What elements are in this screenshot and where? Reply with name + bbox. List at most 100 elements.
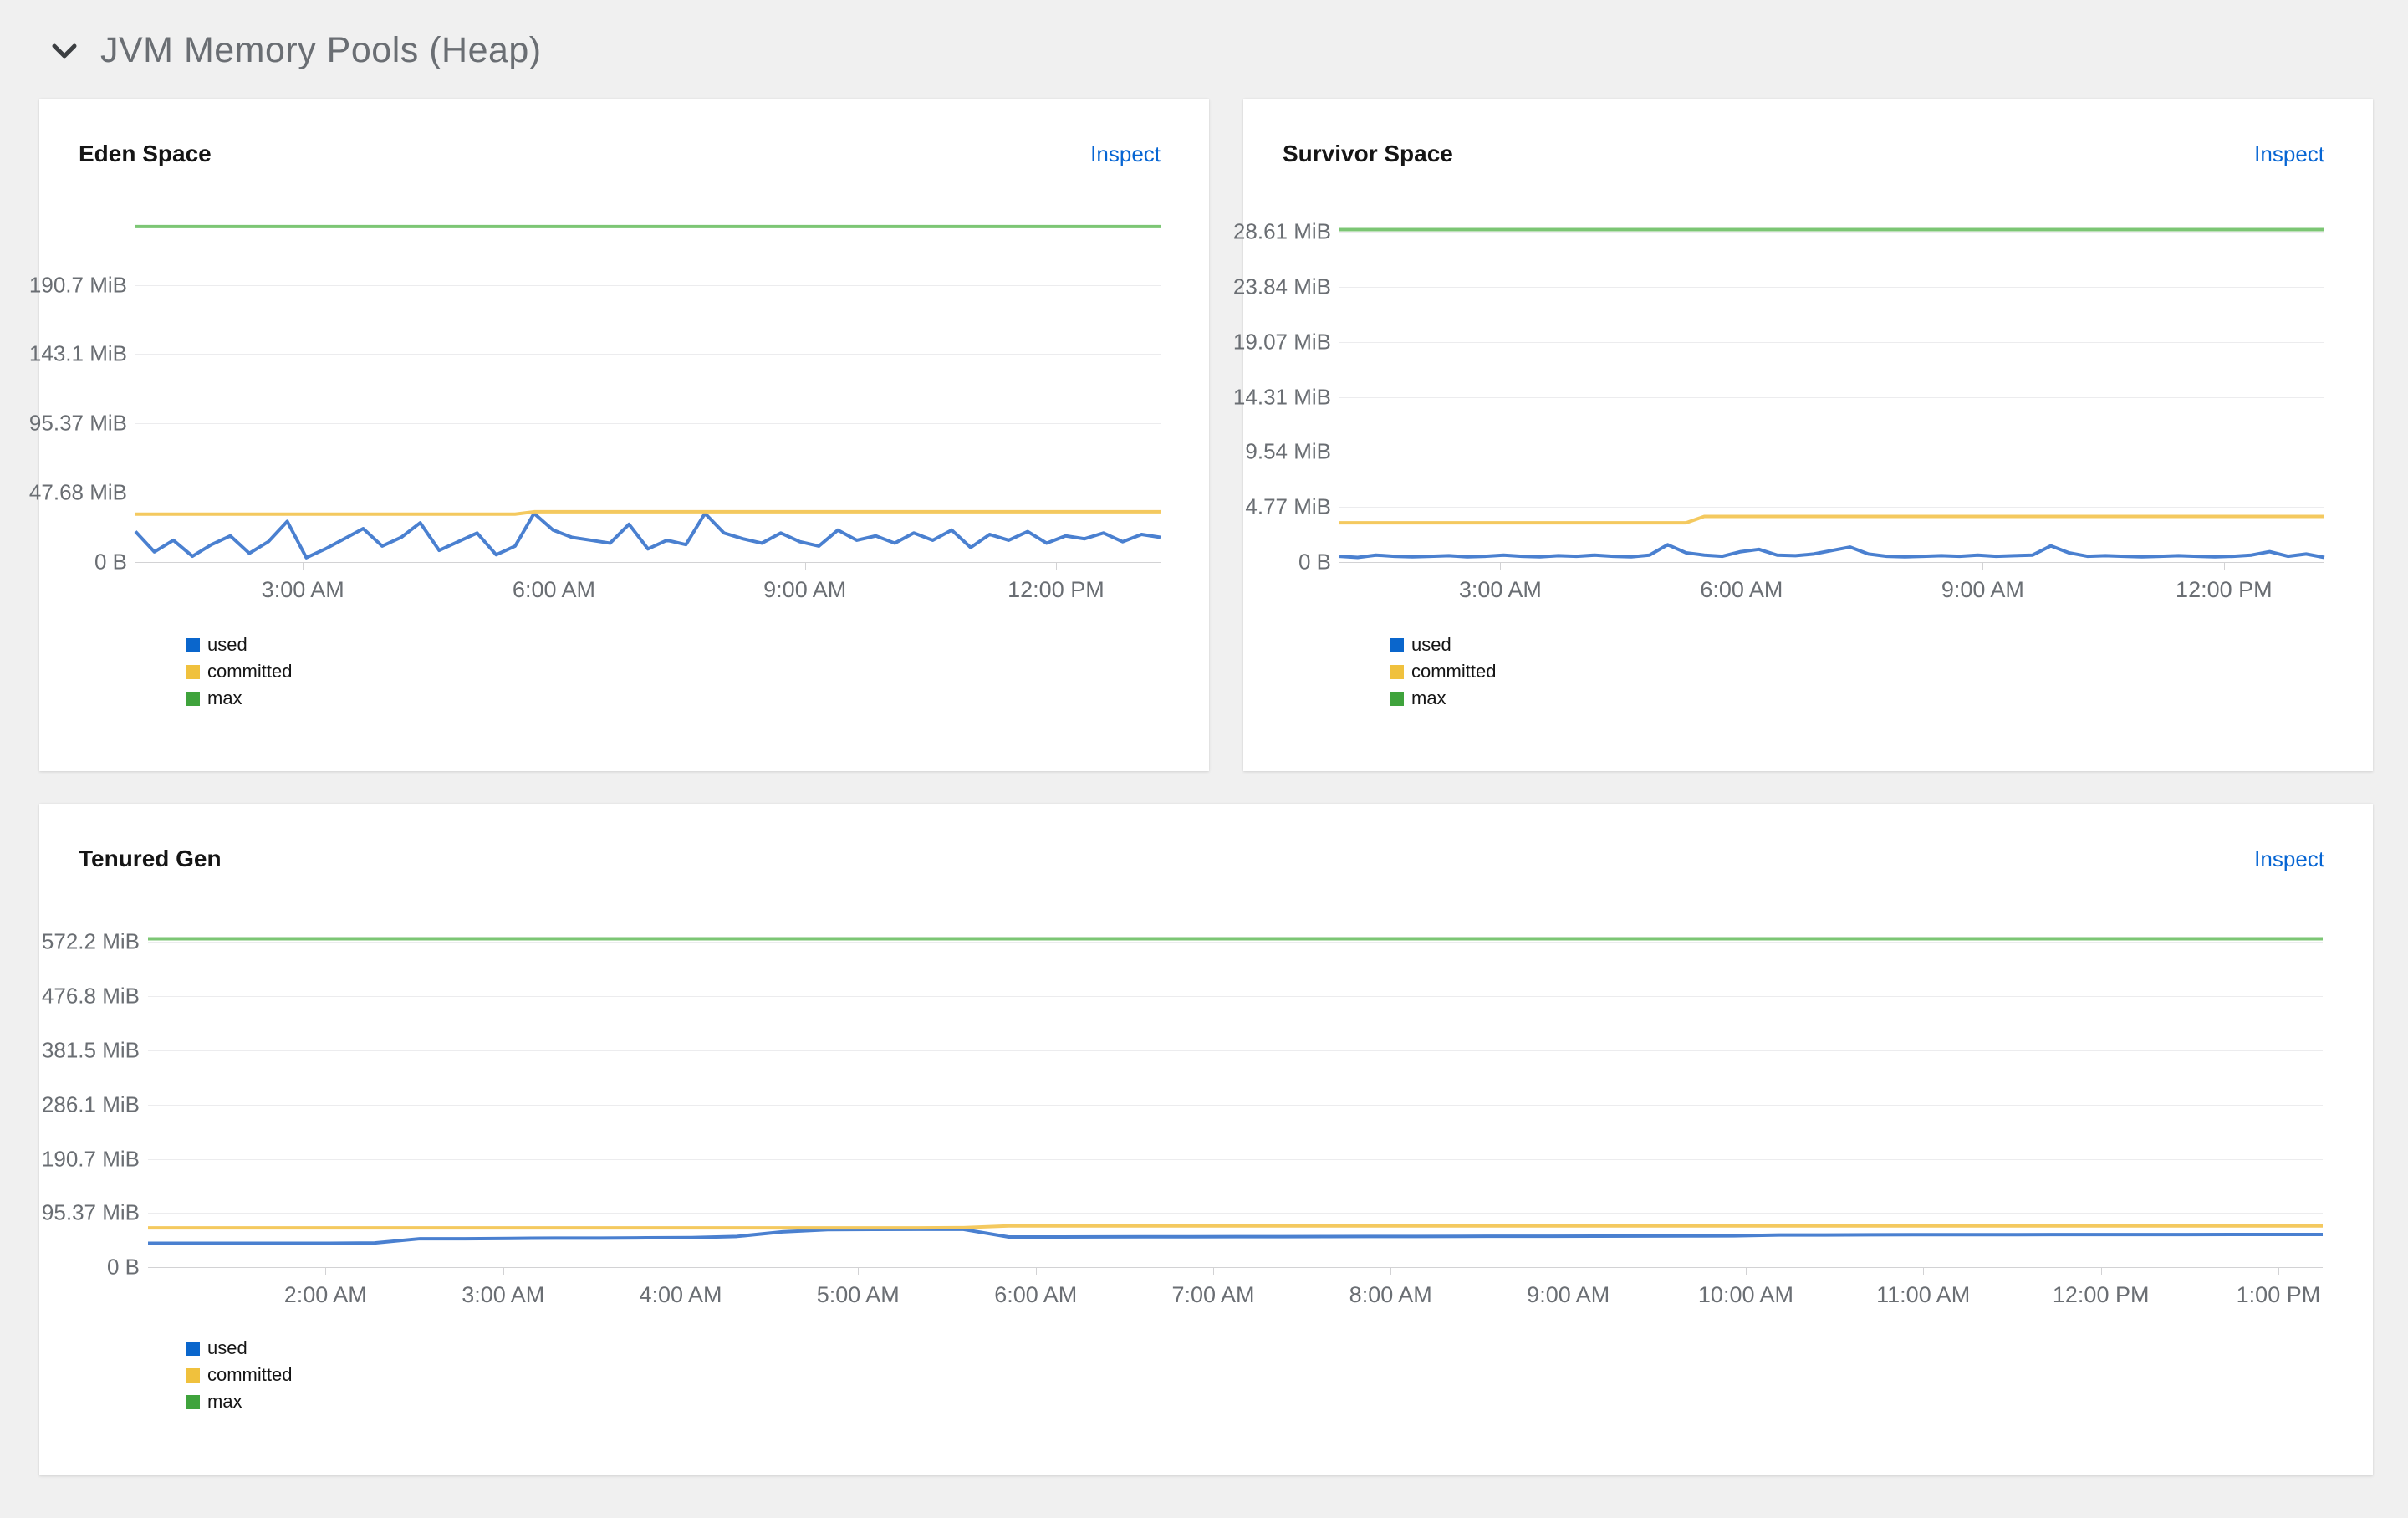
x-axis-label: 10:00 AM (1697, 1282, 1793, 1307)
x-axis-label: 12:00 PM (2052, 1282, 2150, 1307)
chevron-down-icon (52, 43, 77, 58)
chart-series-canvas (135, 216, 1161, 562)
x-axis-label: 12:00 PM (2176, 577, 2273, 602)
y-axis-label: 4.77 MiB (1245, 493, 1331, 519)
x-axis-tick (1212, 1268, 1214, 1275)
x-axis-label: 6:00 AM (994, 1282, 1078, 1307)
x-axis-tick (1923, 1268, 1925, 1275)
y-axis-label: 190.7 MiB (41, 1146, 140, 1172)
legend-item-used[interactable]: used (186, 1339, 292, 1357)
max-swatch-icon (186, 1394, 200, 1409)
y-axis-label: 0 B (1298, 549, 1331, 575)
used-swatch-icon (186, 1341, 200, 1356)
x-axis-tick (858, 1268, 860, 1275)
y-axis-label: 0 B (106, 1254, 140, 1280)
legend-label: used (207, 1337, 247, 1358)
y-axis-label: 143.1 MiB (28, 340, 127, 366)
x-axis-tick (303, 563, 304, 570)
x-axis-label: 3:00 AM (1458, 577, 1542, 602)
legend-item-committed[interactable]: committed (186, 1366, 292, 1384)
x-axis-label: 9:00 AM (1941, 577, 2024, 602)
series-line-committed (1339, 516, 2324, 523)
x-axis-tick (325, 1268, 327, 1275)
chart-legend: used committed max (1390, 636, 1496, 708)
section-collapse-toggle[interactable] (47, 38, 82, 64)
x-axis-label: 11:00 AM (1876, 1282, 1971, 1307)
series-line-committed (135, 512, 1161, 514)
x-axis-label: 3:00 AM (462, 1282, 545, 1307)
legend-item-used[interactable]: used (1390, 636, 1496, 654)
x-axis-tick (2100, 1268, 2102, 1275)
chart-card-tenured-gen: Tenured Gen Inspect 0 B 95.37 MiB 190.7 Mi… (39, 804, 2373, 1475)
line-chart: 0 B 47.68 MiB 95.37 MiB 143.1 MiB 190.7 MiB … (29, 99, 1209, 771)
x-axis-tick (503, 1268, 504, 1275)
legend-label: used (207, 634, 247, 655)
committed-swatch-icon (186, 1367, 200, 1383)
plot-area (148, 929, 2323, 1275)
x-axis-tick (804, 563, 806, 570)
legend-item-committed[interactable]: committed (1390, 662, 1496, 681)
x-axis-tick (2278, 1268, 2279, 1275)
x-axis-label: 9:00 AM (763, 577, 847, 602)
series-line-used (148, 1229, 2323, 1244)
x-axis-label: 1:00 PM (2236, 1282, 2321, 1307)
chart-card-eden-space: Eden Space Inspect 0 B 47.68 MiB 95.37 MiB… (29, 99, 1209, 771)
max-swatch-icon (186, 691, 200, 706)
legend-label: max (207, 1391, 242, 1412)
x-axis: 3:00 AM 6:00 AM 9:00 AM 12:00 PM (135, 577, 1161, 611)
series-line-used (1339, 544, 2324, 557)
y-axis-label: 9.54 MiB (1245, 438, 1331, 464)
y-axis-label: 0 B (94, 549, 127, 575)
legend-item-used[interactable]: used (186, 636, 292, 654)
legend-label: committed (207, 1364, 293, 1385)
x-axis-label: 9:00 AM (1527, 1282, 1610, 1307)
legend-item-max[interactable]: max (186, 1393, 292, 1411)
x-axis-tick (2223, 563, 2225, 570)
x-axis-tick (1745, 1268, 1747, 1275)
x-axis: 2:00 AM 3:00 AM 4:00 AM 5:00 AM 6:00 AM 7:00 … (148, 1282, 2323, 1316)
y-axis: 0 B 95.37 MiB 190.7 MiB 286.1 MiB 381.5 MiB 4… (39, 929, 140, 1280)
y-axis-label: 28.61 MiB (1232, 218, 1331, 244)
legend-label: committed (207, 661, 293, 682)
legend-item-max[interactable]: max (1390, 689, 1496, 708)
legend-label: used (1411, 634, 1451, 655)
x-axis-label: 2:00 AM (283, 1282, 367, 1307)
section-title: JVM Memory Pools (Heap) (100, 30, 542, 70)
line-chart: 0 B 4.77 MiB 9.54 MiB 14.31 MiB 19.07 MiB 23.… (1233, 99, 2373, 771)
x-axis-tick (1982, 563, 1984, 570)
x-axis-label: 6:00 AM (1700, 577, 1783, 602)
chart-legend: used committed max (186, 1339, 292, 1411)
plot-area (135, 216, 1161, 570)
y-axis-label: 19.07 MiB (1232, 329, 1331, 355)
legend-item-max[interactable]: max (186, 689, 292, 708)
chart-series-canvas (148, 929, 2323, 1267)
y-axis-label: 190.7 MiB (28, 272, 127, 298)
y-axis-label: 95.37 MiB (28, 410, 127, 436)
legend-label: committed (1411, 661, 1497, 682)
x-axis-label: 5:00 AM (816, 1282, 900, 1307)
x-axis-label: 3:00 AM (261, 577, 344, 602)
series-line-used (135, 514, 1161, 558)
legend-label: max (207, 687, 242, 708)
y-axis-label: 381.5 MiB (41, 1037, 140, 1063)
committed-swatch-icon (1390, 664, 1404, 679)
x-axis-label: 6:00 AM (512, 577, 595, 602)
chart-card-survivor-space: Survivor Space Inspect 0 B 4.77 MiB 9.54 M… (1233, 99, 2373, 771)
committed-swatch-icon (186, 664, 200, 679)
used-swatch-icon (186, 637, 200, 652)
y-axis-label: 23.84 MiB (1232, 273, 1331, 299)
y-axis-label: 476.8 MiB (41, 983, 140, 1009)
y-axis-label: 286.1 MiB (41, 1091, 140, 1117)
plot-area (1339, 216, 2324, 570)
section-header: JVM Memory Pools (Heap) (47, 30, 542, 71)
x-axis-tick (1055, 563, 1057, 570)
legend-item-committed[interactable]: committed (186, 662, 292, 681)
x-axis-label: 12:00 PM (1008, 577, 1105, 602)
legend-label: max (1411, 687, 1446, 708)
max-swatch-icon (1390, 691, 1404, 706)
y-axis-label: 95.37 MiB (41, 1199, 140, 1225)
x-axis: 3:00 AM 6:00 AM 9:00 AM 12:00 PM (1339, 577, 2324, 611)
line-chart: 0 B 95.37 MiB 190.7 MiB 286.1 MiB 381.5 MiB 4… (39, 804, 2373, 1475)
y-axis-label: 47.68 MiB (28, 479, 127, 505)
x-axis-label: 8:00 AM (1349, 1282, 1432, 1307)
